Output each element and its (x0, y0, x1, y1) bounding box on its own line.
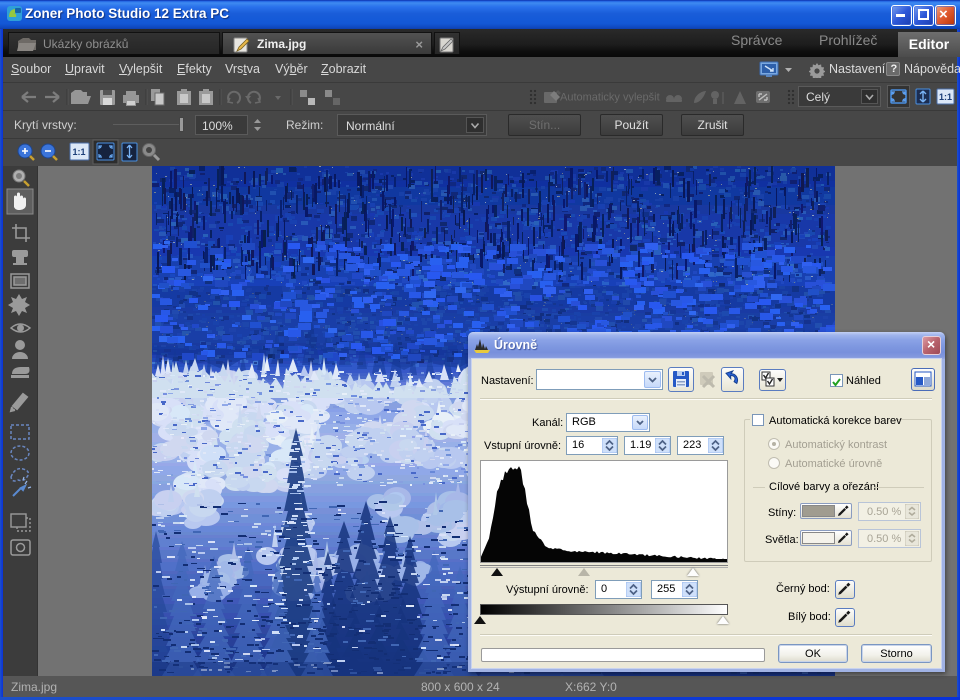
svg-text:Automaticky vylepšit: Automaticky vylepšit (560, 92, 660, 104)
svg-text:1:1: 1:1 (73, 147, 86, 157)
svg-text:1:1: 1:1 (939, 92, 952, 102)
